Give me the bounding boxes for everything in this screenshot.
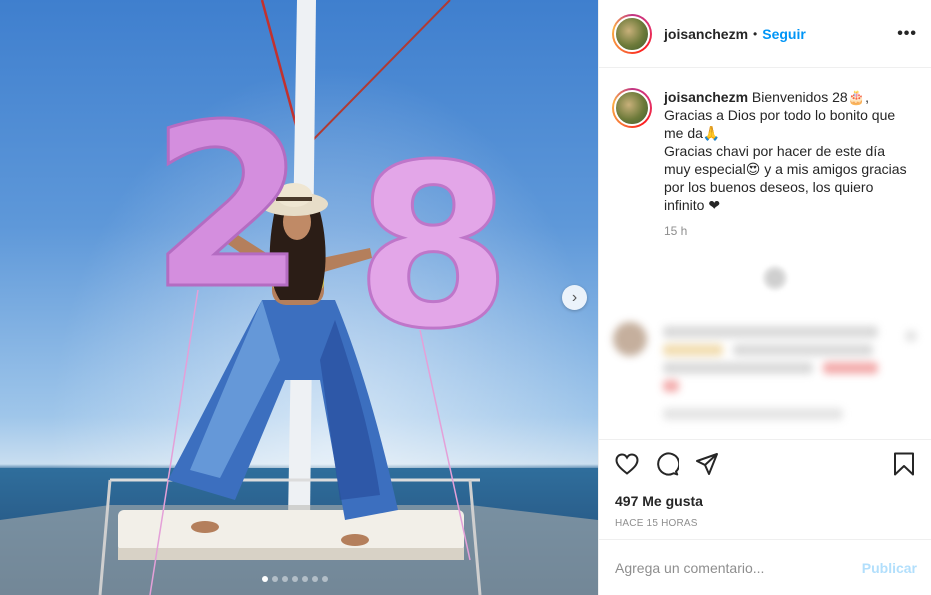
save-button[interactable] [890,450,917,477]
blurred-comment [613,322,918,432]
caption-line: Gracias chavi por hacer de este día [664,143,886,159]
author-username[interactable]: joisanchezm [664,26,748,42]
commenter-avatar [613,322,647,356]
blurred-line [733,344,873,356]
carousel-dot [292,576,298,582]
paper-plane-icon [695,452,718,475]
publish-button[interactable]: Publicar [862,560,917,576]
blurred-line [663,380,679,392]
blurred-heart-icon [905,330,917,342]
action-bar [599,439,931,487]
bookmark-icon [893,452,914,475]
caption-avatar[interactable] [612,88,652,128]
carousel-dot [322,576,328,582]
blurred-line [663,408,843,420]
likes-count[interactable]: 497 Me gusta [599,487,931,509]
carousel-dot [302,576,308,582]
more-options-icon[interactable]: ••• [897,25,917,43]
avatar-image [614,15,650,52]
chevron-right-icon: › [571,288,578,306]
carousel-dot [262,576,268,582]
caption-line: infinito ❤ [664,197,721,213]
caption-line: me da🙏 [664,125,721,141]
carousel-dot [312,576,318,582]
blurred-line [823,362,878,374]
instagram-post: 2 8 › joisanchezm • Seguir ••• joisanche… [0,0,931,595]
caption-timestamp[interactable]: 15 h [664,224,917,238]
blurred-line [663,326,878,338]
speech-bubble-icon [656,452,679,475]
caption-row: joisanchezm Bienvenidos 28🎂, Gracias a D… [612,88,917,214]
caption-line: Gracias a Dios por todo lo bonito que [664,107,896,123]
blurred-line [663,344,723,356]
like-button[interactable] [613,450,640,477]
post-side-panel: joisanchezm • Seguir ••• joisanchezm Bie… [598,0,931,595]
avatar[interactable] [612,13,652,54]
loading-spinner-icon [761,264,789,292]
comment-input[interactable] [615,559,862,576]
caption-line: por los buenos deseos, los quiero [664,179,874,195]
comments-area: joisanchezm Bienvenidos 28🎂, Gracias a D… [599,68,931,439]
follow-button[interactable]: Seguir [762,26,806,42]
share-button[interactable] [693,450,720,477]
post-time-ago[interactable]: HACE 15 HORAS [599,509,931,539]
carousel-dot [272,576,278,582]
post-header: joisanchezm • Seguir ••• [599,0,931,68]
avatar-image [614,90,650,126]
carousel-dot [282,576,288,582]
add-comment-bar: Publicar [599,539,931,595]
caption-line: muy especial😍 y a mis amigos gracias [664,161,907,177]
post-photo[interactable]: 2 8 › [0,0,598,595]
heart-icon [614,452,639,475]
separator-dot: • [753,26,758,41]
caption-username[interactable]: joisanchezm [664,89,748,105]
photo-scene: 2 8 [0,0,598,595]
carousel-indicator [262,576,328,582]
next-photo-button[interactable]: › [562,285,587,310]
blurred-line [663,362,813,374]
balloon-eight: 8 [355,117,512,379]
caption-text: joisanchezm Bienvenidos 28🎂, Gracias a D… [664,88,917,214]
balloon-two: 2 [150,77,307,339]
caption-line: Bienvenidos 28🎂, [751,89,869,105]
comment-button[interactable] [653,450,680,477]
